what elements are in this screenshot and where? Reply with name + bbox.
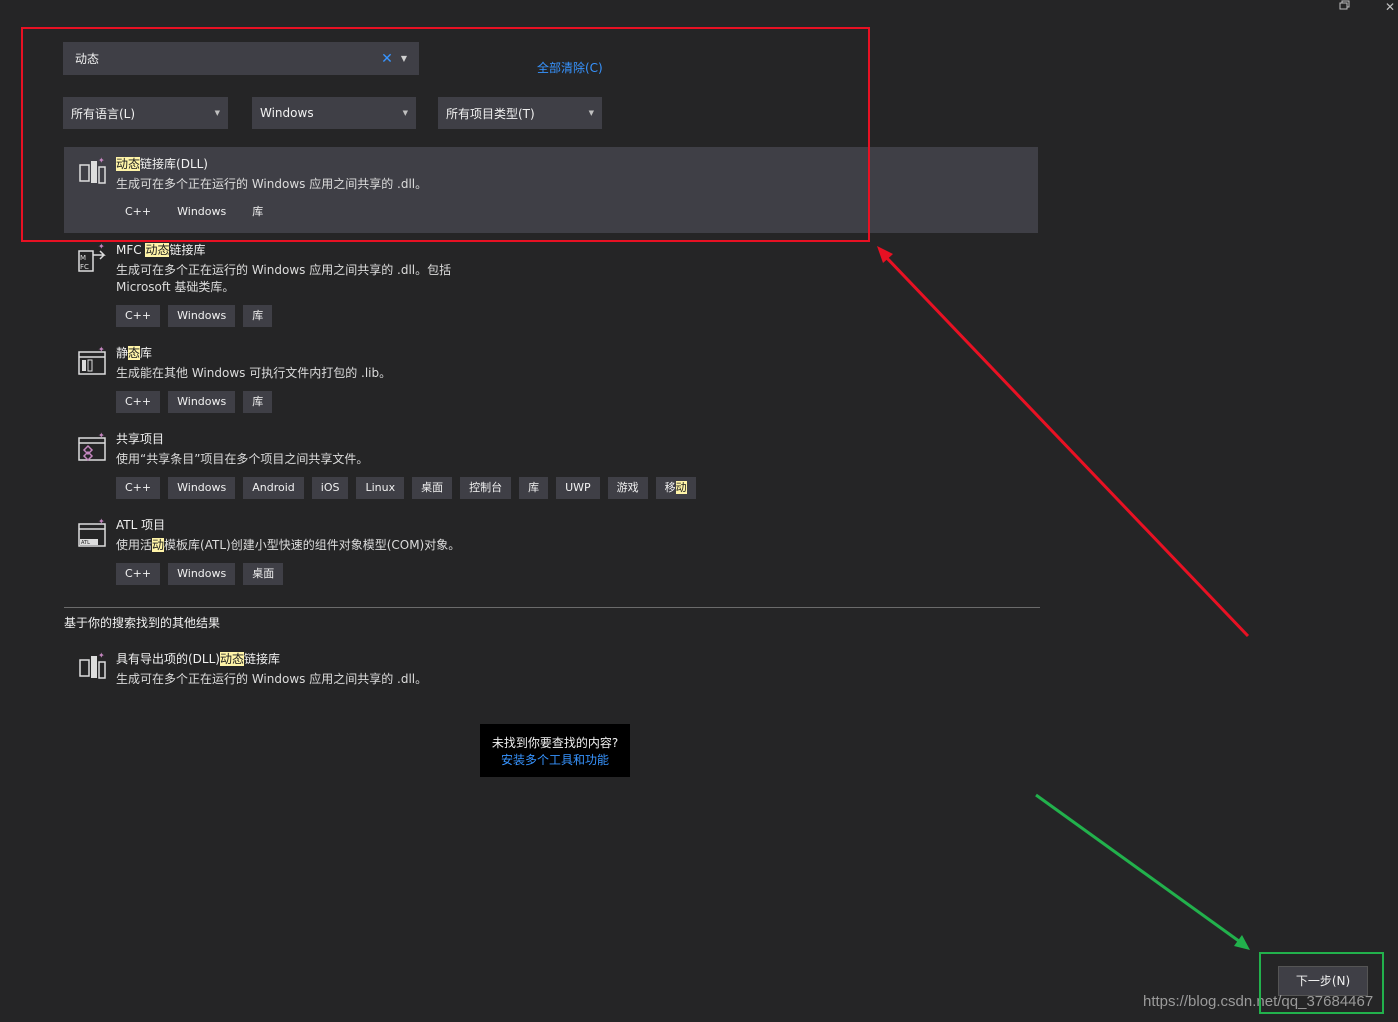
annotation-red-box [21, 27, 870, 242]
annotation-green-box [1259, 952, 1384, 1014]
annotation-red-arrow-line [882, 253, 1250, 638]
annotation-green-arrowhead [1234, 935, 1250, 950]
annotation-green-arrow-line [1035, 793, 1244, 946]
annotation-overlay [21, 27, 1384, 1014]
